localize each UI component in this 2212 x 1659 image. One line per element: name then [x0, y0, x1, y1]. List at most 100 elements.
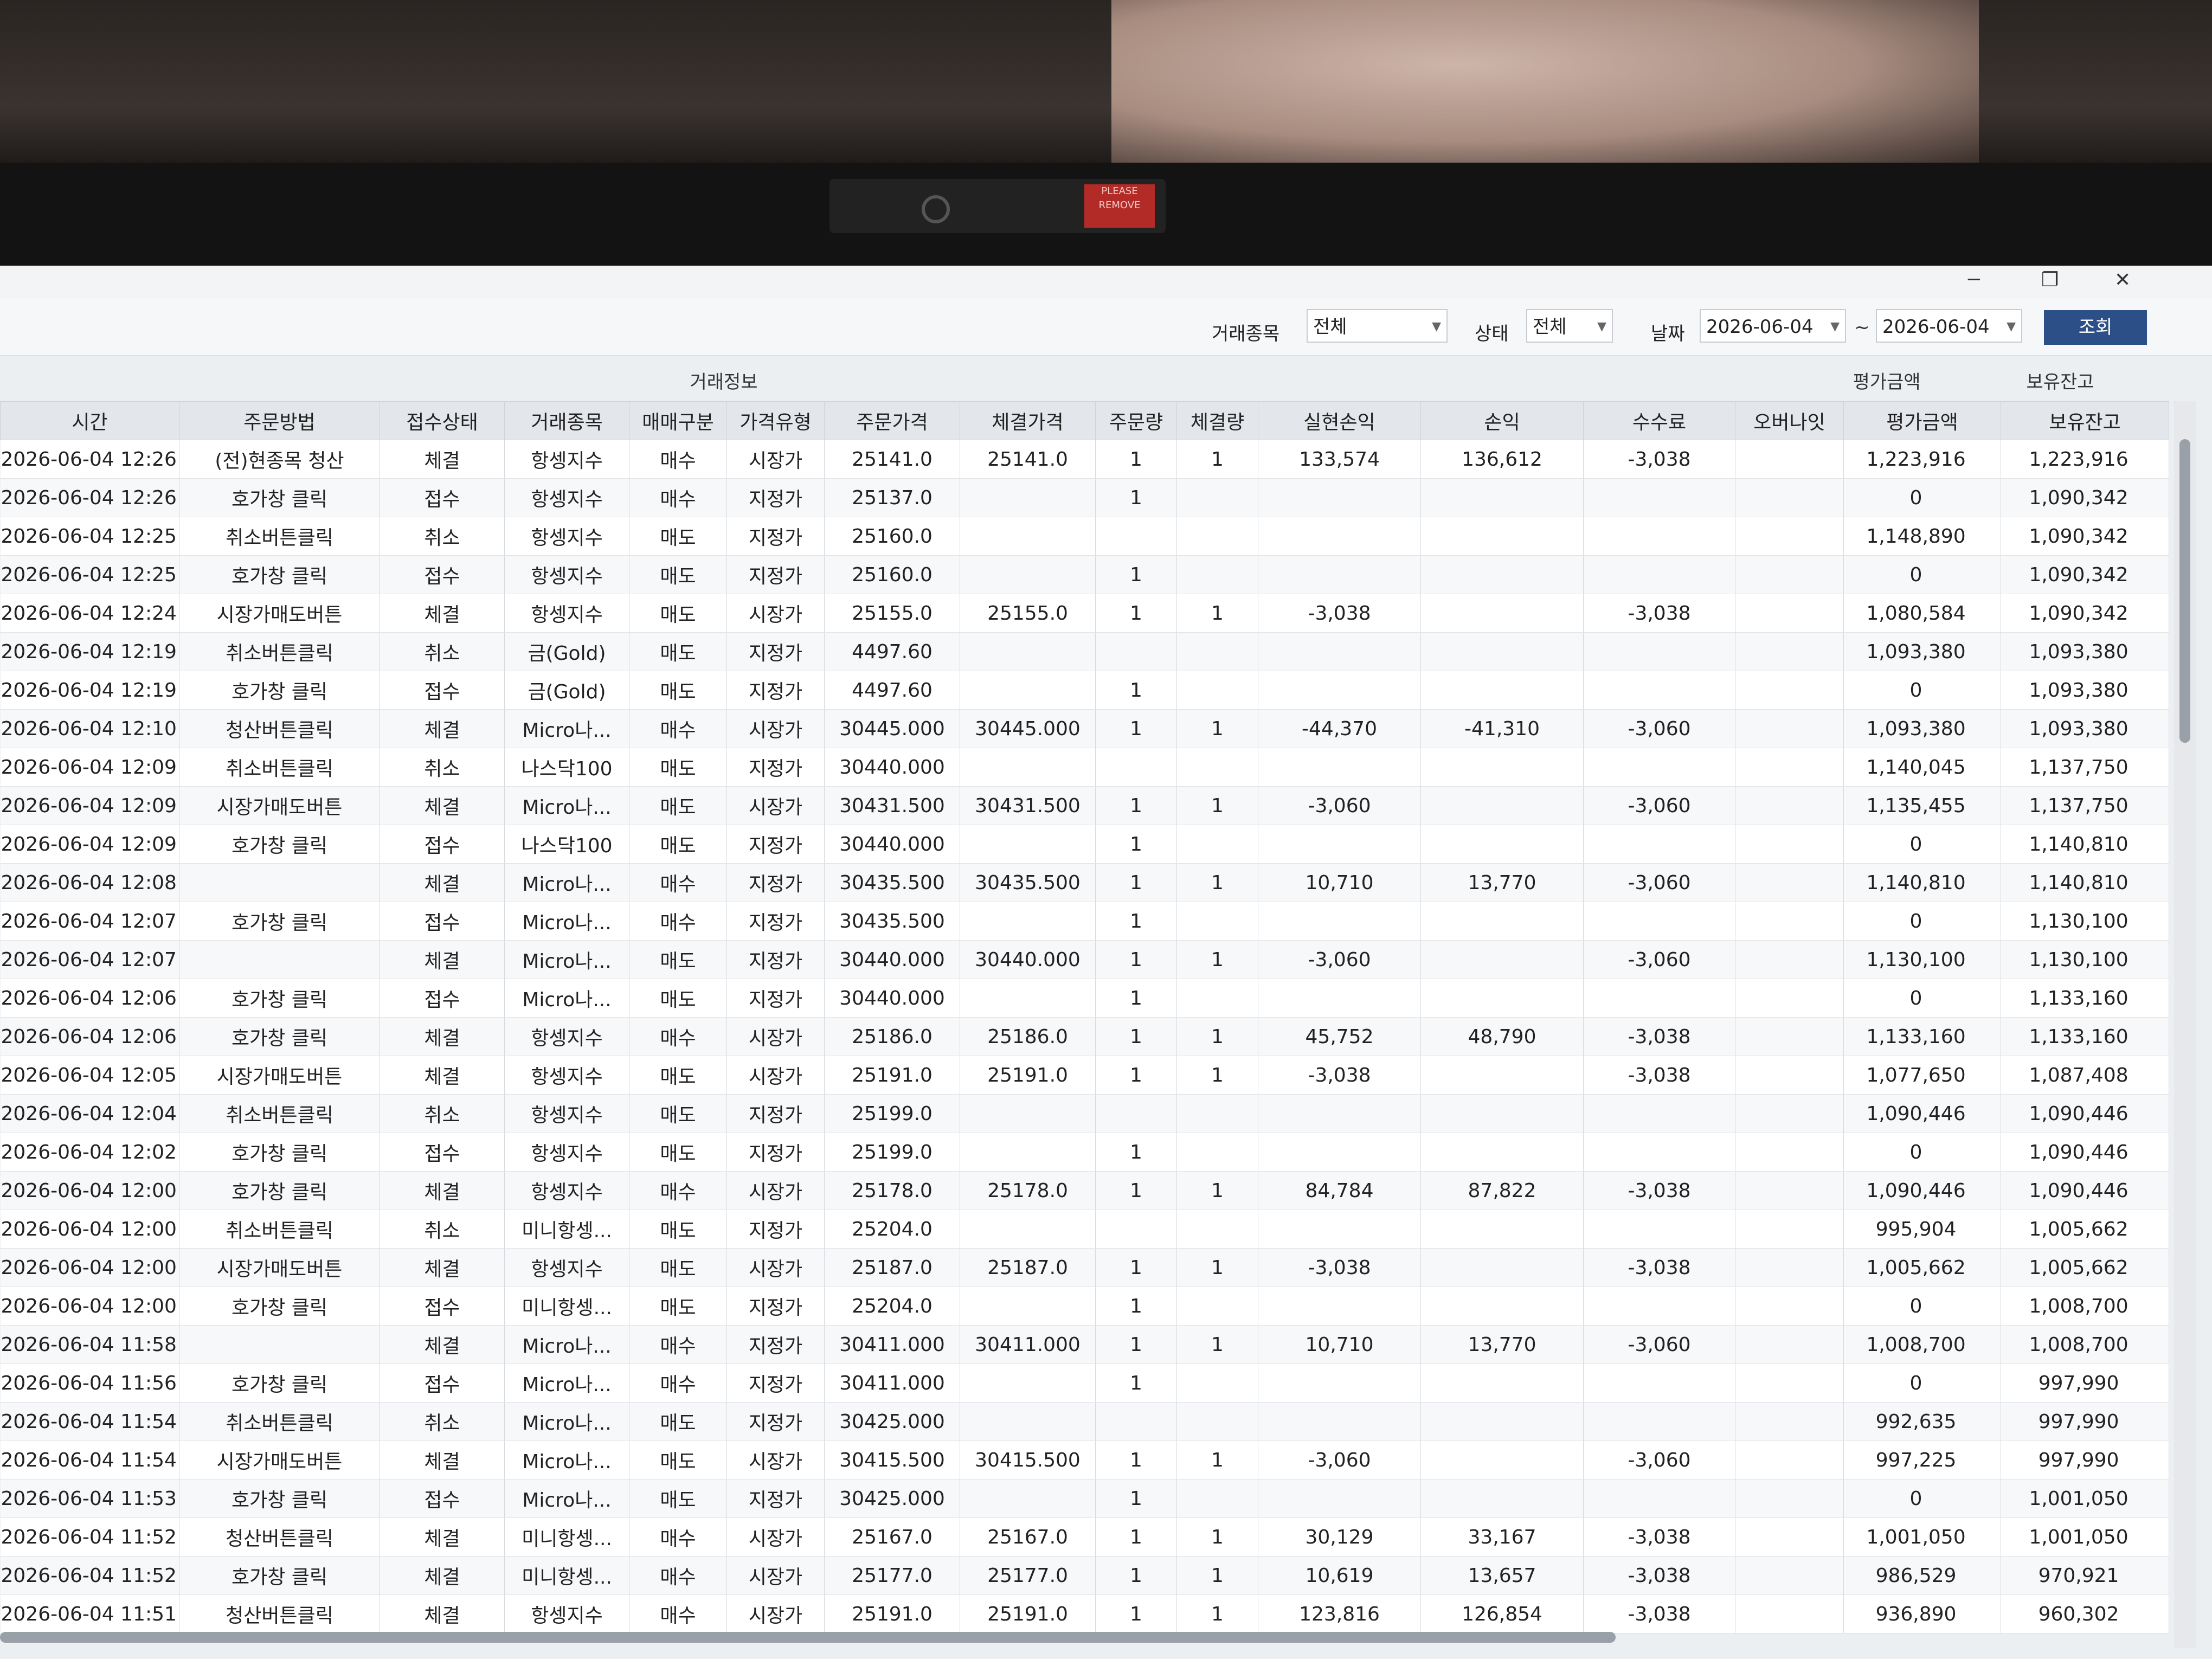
table-row[interactable]: 2026-06-04 12:00:05호가창 클릭접수미니항셍...매도지정가2… [0, 1287, 2169, 1326]
table-row[interactable]: 2026-06-04 12:19:39호가창 클릭접수금(Gold)매도지정가4… [0, 671, 2169, 710]
status-select[interactable]: 전체 ▼ [1526, 309, 1613, 343]
col-header-time[interactable]: 시간 [0, 401, 179, 440]
table-row[interactable]: 2026-06-04 12:24:18시장가매도버튼체결항셍지수매도시장가251… [0, 594, 2169, 633]
table-row[interactable]: 2026-06-04 12:26:34호가창 클릭접수항셍지수매수지정가2513… [0, 478, 2169, 517]
col-header-realized-pnl[interactable]: 실현손익 [1258, 401, 1421, 440]
table-row[interactable]: 2026-06-04 12:00:09시장가매도버튼체결항셍지수매도시장가251… [0, 1248, 2169, 1287]
table-row[interactable]: 2026-06-04 12:09:21호가창 클릭접수나스닥100매도지정가30… [0, 825, 2169, 864]
col-header-side[interactable]: 매매구분 [629, 401, 727, 440]
search-button[interactable]: 조회 [2044, 310, 2147, 345]
cell-method: 호가창 클릭 [179, 555, 380, 594]
table-row[interactable]: 2026-06-04 12:08:47체결Micro나...매수지정가30435… [0, 863, 2169, 902]
cell-side: 매수 [629, 1594, 727, 1634]
cell-fill-qty [1176, 1287, 1258, 1326]
table-row[interactable]: 2026-06-04 12:02:16호가창 클릭접수항셍지수매도지정가2519… [0, 1133, 2169, 1172]
table-row[interactable]: 2026-06-04 12:07:05체결Micro나...매도지정가30440… [0, 940, 2169, 979]
cell-fill-price: 30435.500 [960, 863, 1096, 902]
table-row[interactable]: 2026-06-04 11:58:28체결Micro나...매수지정가30411… [0, 1325, 2169, 1364]
table-row[interactable]: 2026-06-04 11:56:27호가창 클릭접수Micro나...매수지정… [0, 1364, 2169, 1403]
cell-order-qty: 1 [1095, 825, 1177, 864]
cell-order-price: 4497.60 [824, 632, 960, 671]
date-to-select[interactable]: 2026-06-04 ▼ [1876, 309, 2022, 343]
vertical-scroll-thumb[interactable] [2179, 439, 2190, 743]
date-from-select[interactable]: 2026-06-04 ▼ [1700, 309, 1846, 343]
col-header-price-type[interactable]: 가격유형 [726, 401, 825, 440]
cell-balance: 1,005,662 [2001, 1248, 2169, 1287]
cell-side: 매도 [629, 594, 727, 633]
cell-price-type: 시장가 [726, 1441, 825, 1480]
col-header-status[interactable]: 접수상태 [380, 401, 505, 440]
col-header-fee[interactable]: 수수료 [1583, 401, 1735, 440]
table-row[interactable]: 2026-06-04 11:54:04시장가매도버튼체결Micro나...매도시… [0, 1441, 2169, 1480]
col-header-overnight[interactable]: 오버나잇 [1735, 401, 1844, 440]
col-header-method[interactable]: 주문방법 [179, 401, 380, 440]
table-row[interactable]: 2026-06-04 11:52:59청산버튼클릭체결미니항셍...매수시장가2… [0, 1517, 2169, 1557]
col-header-pnl[interactable]: 손익 [1420, 401, 1584, 440]
horizontal-scroll-thumb[interactable] [0, 1632, 1616, 1643]
table-row[interactable]: 2026-06-04 12:25:53취소버튼클릭취소항셍지수매도지정가2516… [0, 517, 2169, 556]
col-header-fill-qty[interactable]: 체결량 [1176, 401, 1258, 440]
cell-side: 매수 [629, 1517, 727, 1557]
cell-method [179, 1325, 380, 1364]
table-row[interactable]: 2026-06-04 12:06:13호가창 클릭체결항셍지수매수시장가2518… [0, 1017, 2169, 1056]
table-row[interactable]: 2026-06-04 12:06:54호가창 클릭접수Micro나...매도지정… [0, 979, 2169, 1018]
minimize-icon[interactable]: ─ [1968, 269, 1980, 291]
cell-status: 체결 [380, 1517, 505, 1557]
col-header-order-qty[interactable]: 주문량 [1095, 401, 1177, 440]
cell-order-price: 25191.0 [824, 1056, 960, 1095]
col-header-order-price[interactable]: 주문가격 [824, 401, 960, 440]
table-row[interactable]: 2026-06-04 11:53:16호가창 클릭접수Micro나...매도지정… [0, 1479, 2169, 1518]
cell-order-price: 30435.500 [824, 863, 960, 902]
cell-order-qty: 1 [1095, 555, 1177, 594]
cell-method: 시장가매도버튼 [179, 1056, 380, 1095]
col-header-symbol[interactable]: 거래종목 [504, 401, 629, 440]
cell-order-qty: 1 [1095, 1364, 1177, 1403]
cell-symbol: Micro나... [504, 1325, 629, 1364]
table-row[interactable]: 2026-06-04 12:05:41시장가매도버튼체결항셍지수매도시장가251… [0, 1056, 2169, 1095]
col-header-eval-amount[interactable]: 평가금액 [1843, 401, 2001, 440]
cell-fill-price [960, 517, 1096, 556]
table-row[interactable]: 2026-06-04 12:00:30호가창 클릭체결항셍지수매수시장가2517… [0, 1171, 2169, 1210]
cell-order-price: 30440.000 [824, 825, 960, 864]
cell-pnl: 33,167 [1420, 1517, 1584, 1557]
close-icon[interactable]: ✕ [2114, 269, 2131, 291]
cell-fill-qty: 1 [1176, 1017, 1258, 1056]
table-row[interactable]: 2026-06-04 12:10:04청산버튼클릭체결Micro나...매수시장… [0, 709, 2169, 748]
cell-order-qty: 1 [1095, 1556, 1177, 1595]
table-row[interactable]: 2026-06-04 12:19:47취소버튼클릭취소금(Gold)매도지정가4… [0, 632, 2169, 671]
cell-order-price: 25187.0 [824, 1248, 960, 1287]
cell-fee: -3,060 [1583, 1441, 1735, 1480]
cell-status: 취소 [380, 1210, 505, 1249]
table-row[interactable]: 2026-06-04 12:04:01취소버튼클릭취소항셍지수매도지정가2519… [0, 1094, 2169, 1133]
cell-status: 체결 [380, 440, 505, 479]
col-header-fill-price[interactable]: 체결가격 [960, 401, 1096, 440]
cell-symbol: Micro나... [504, 786, 629, 825]
cell-fill-qty: 1 [1176, 1248, 1258, 1287]
table-row[interactable]: 2026-06-04 11:52:19호가창 클릭체결미니항셍...매수시장가2… [0, 1556, 2169, 1595]
cell-fill-qty [1176, 1133, 1258, 1172]
cell-status: 체결 [380, 786, 505, 825]
col-header-balance[interactable]: 보유잔고 [2001, 401, 2169, 440]
cell-fill-qty: 1 [1176, 1171, 1258, 1210]
table-row[interactable]: 2026-06-04 12:09:26시장가매도버튼체결Micro나...매도시… [0, 786, 2169, 825]
cell-status: 접수 [380, 825, 505, 864]
cell-side: 매도 [629, 1210, 727, 1249]
symbol-select[interactable]: 전체 ▼ [1307, 309, 1448, 343]
cell-status: 접수 [380, 1287, 505, 1326]
table-row[interactable]: 2026-06-04 12:09:28취소버튼클릭취소나스닥100매도지정가30… [0, 748, 2169, 787]
cell-overnight [1735, 594, 1844, 633]
table-row[interactable]: 2026-06-04 12:26:51(전)현종목 청산체결항셍지수매수시장가2… [0, 440, 2169, 479]
cell-pnl [1420, 1402, 1584, 1441]
table-row[interactable]: 2026-06-04 11:54:06취소버튼클릭취소Micro나...매도지정… [0, 1402, 2169, 1441]
cell-symbol: Micro나... [504, 709, 629, 748]
cell-pnl [1420, 671, 1584, 710]
restore-icon[interactable]: ❐ [2041, 269, 2059, 291]
cell-overnight [1735, 748, 1844, 787]
table-row[interactable]: 2026-06-04 11:51:35청산버튼클릭체결항셍지수매수시장가2519… [0, 1594, 2169, 1634]
table-row[interactable]: 2026-06-04 12:25:39호가창 클릭접수항셍지수매도지정가2516… [0, 555, 2169, 594]
table-row[interactable]: 2026-06-04 12:00:11취소버튼클릭취소미니항셍...매도지정가2… [0, 1210, 2169, 1249]
table-row[interactable]: 2026-06-04 12:07:41호가창 클릭접수Micro나...매수지정… [0, 902, 2169, 941]
filter-bar: 거래종목 전체 ▼ 상태 전체 ▼ 날짜 2026-06-04 ▼ ~ 2026… [0, 298, 2212, 356]
cell-overnight [1735, 863, 1844, 902]
cell-time: 2026-06-04 11:52:19 [0, 1556, 179, 1595]
